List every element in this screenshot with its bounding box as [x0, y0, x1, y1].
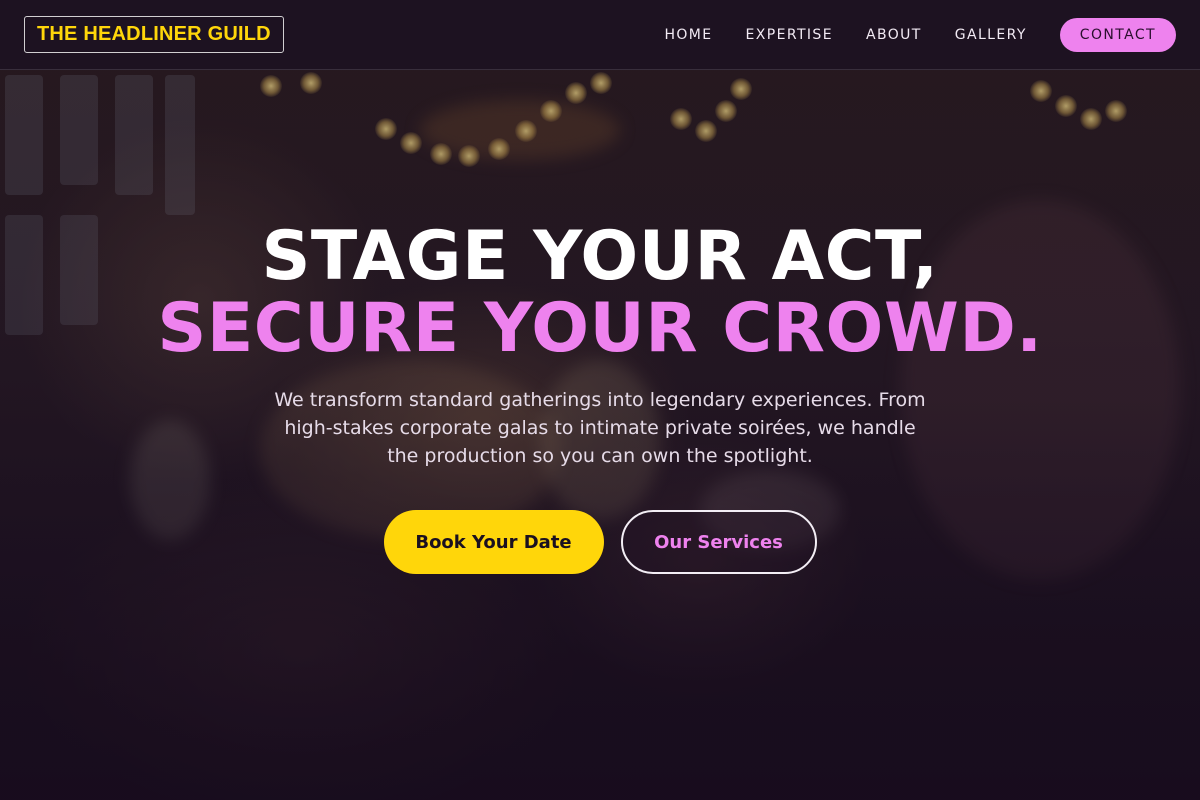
main-nav: HOME EXPERTISE ABOUT GALLERY CONTACT [631, 17, 1176, 52]
contact-button[interactable]: CONTACT [1059, 17, 1176, 52]
nav-link-gallery[interactable]: GALLERY [955, 27, 1027, 43]
our-services-button[interactable]: Our Services [620, 510, 817, 574]
nav-link-home[interactable]: HOME [664, 27, 712, 43]
top-navbar: THE HEADLINER GUILD HOME EXPERTISE ABOUT… [0, 0, 1200, 70]
headline-line-2: SECURE YOUR CROWD. [157, 289, 1043, 368]
headline-line-1: STAGE YOUR ACT, [261, 217, 939, 296]
hero-subtitle: We transform standard gatherings into le… [274, 389, 926, 467]
nav-link-expertise[interactable]: EXPERTISE [746, 27, 833, 43]
hero-actions: Book Your Date Our Services [0, 510, 1200, 574]
hero-headline: STAGE YOUR ACT, SECURE YOUR CROWD. [0, 222, 1200, 366]
brand-logo[interactable]: THE HEADLINER GUILD [24, 16, 284, 53]
nav-link-about[interactable]: ABOUT [866, 27, 922, 43]
book-date-button[interactable]: Book Your Date [383, 510, 604, 574]
hero-section: STAGE YOUR ACT, SECURE YOUR CROWD. We tr… [0, 222, 1200, 574]
